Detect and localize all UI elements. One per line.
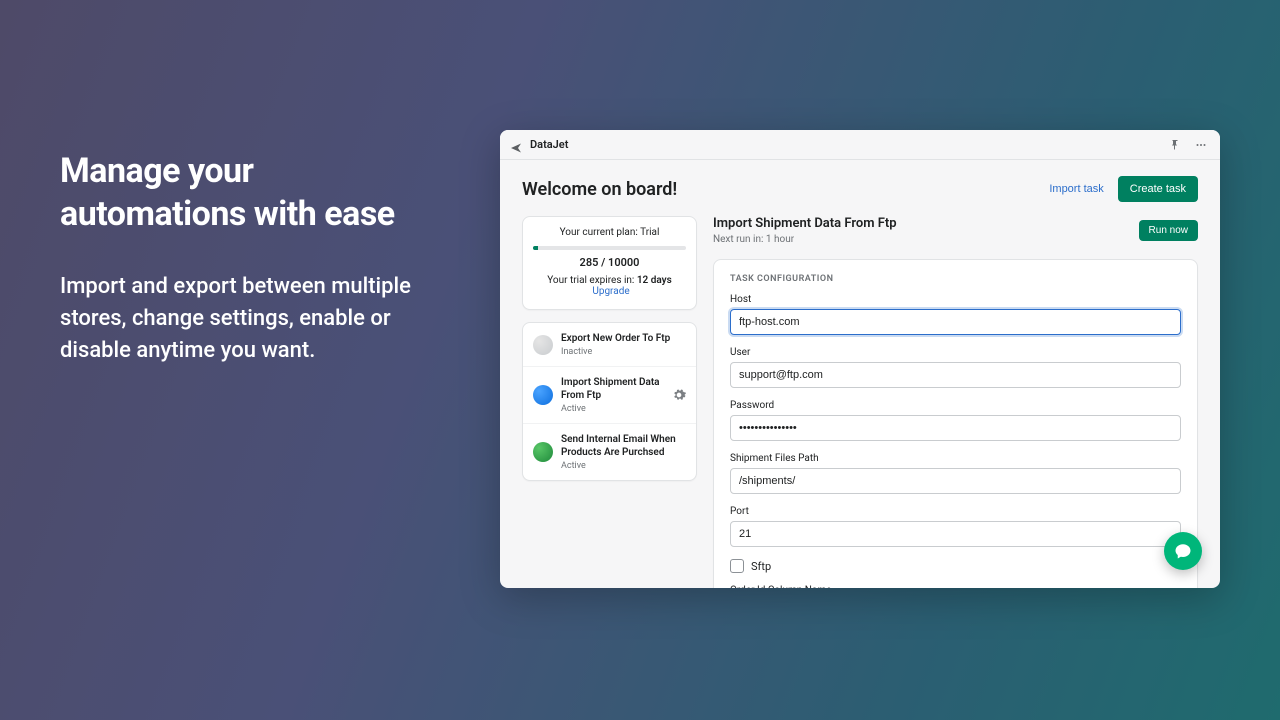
run-now-button[interactable]: Run now: [1139, 220, 1198, 241]
task-item[interactable]: Send Internal Email When Products Are Pu…: [523, 424, 696, 480]
sftp-checkbox[interactable]: [730, 559, 744, 573]
plan-card: Your current plan: Trial 285 / 10000 You…: [522, 216, 697, 310]
task-name: Send Internal Email When Products Are Pu…: [561, 433, 686, 459]
app-header: DataJet: [500, 130, 1220, 160]
order-id-label: Order Id Column Name: [730, 585, 1181, 588]
expires-prefix: Your trial expires in:: [547, 275, 634, 286]
more-icon[interactable]: [1192, 136, 1210, 154]
detail-header: Import Shipment Data From Ftp Next run i…: [713, 216, 1198, 245]
port-input[interactable]: [730, 521, 1181, 547]
host-label: Host: [730, 294, 1181, 305]
topbar: Welcome on board! Import task Create tas…: [522, 176, 1198, 202]
usage-count: 285 / 10000: [533, 256, 686, 269]
upgrade-link[interactable]: Upgrade: [592, 286, 629, 297]
gear-icon[interactable]: [672, 388, 686, 402]
config-section-label: TASK CONFIGURATION: [730, 274, 1181, 284]
page-title: Welcome on board!: [522, 179, 677, 200]
usage-progress: [533, 246, 686, 250]
host-input[interactable]: [730, 309, 1181, 335]
task-status: Active: [561, 461, 686, 471]
path-label: Shipment Files Path: [730, 453, 1181, 464]
sftp-label: Sftp: [751, 560, 771, 573]
password-label: Password: [730, 400, 1181, 411]
task-item[interactable]: Export New Order To Ftp Inactive: [523, 323, 696, 367]
task-icon: [533, 335, 553, 355]
task-name: Export New Order To Ftp: [561, 332, 686, 345]
marketing-sub: Import and export between multiple store…: [60, 271, 440, 367]
pin-icon[interactable]: [1166, 136, 1184, 154]
import-task-link[interactable]: Import task: [1045, 177, 1107, 201]
marketing-copy: Manage your automations with ease Import…: [60, 150, 440, 367]
task-list: Export New Order To Ftp Inactive Import …: [522, 322, 697, 481]
plan-name: Trial: [640, 227, 659, 238]
task-name: Import Shipment Data From Ftp: [561, 376, 664, 402]
usage-progress-fill: [533, 246, 538, 250]
path-input[interactable]: [730, 468, 1181, 494]
user-label: User: [730, 347, 1181, 358]
user-input[interactable]: [730, 362, 1181, 388]
create-task-button[interactable]: Create task: [1118, 176, 1198, 202]
plan-label-line: Your current plan: Trial: [533, 227, 686, 238]
app-logo-icon: [510, 139, 522, 151]
chat-button[interactable]: [1164, 532, 1202, 570]
expires-line: Your trial expires in: 12 days Upgrade: [533, 275, 686, 297]
task-icon: [533, 385, 553, 405]
app-name: DataJet: [530, 138, 568, 151]
detail-title: Import Shipment Data From Ftp: [713, 216, 897, 231]
task-status: Inactive: [561, 347, 686, 357]
app-window: DataJet Welcome on board! Import task Cr…: [500, 130, 1220, 588]
password-input[interactable]: [730, 415, 1181, 441]
marketing-headline: Manage your automations with ease: [60, 150, 440, 235]
next-run-text: Next run in: 1 hour: [713, 234, 897, 245]
task-icon: [533, 442, 553, 462]
port-label: Port: [730, 506, 1181, 517]
expires-days: 12 days: [637, 275, 672, 286]
task-status: Active: [561, 404, 664, 414]
config-card: TASK CONFIGURATION Host User Password: [713, 259, 1198, 588]
plan-label: Your current plan:: [560, 227, 638, 238]
task-item[interactable]: Import Shipment Data From Ftp Active: [523, 367, 696, 424]
